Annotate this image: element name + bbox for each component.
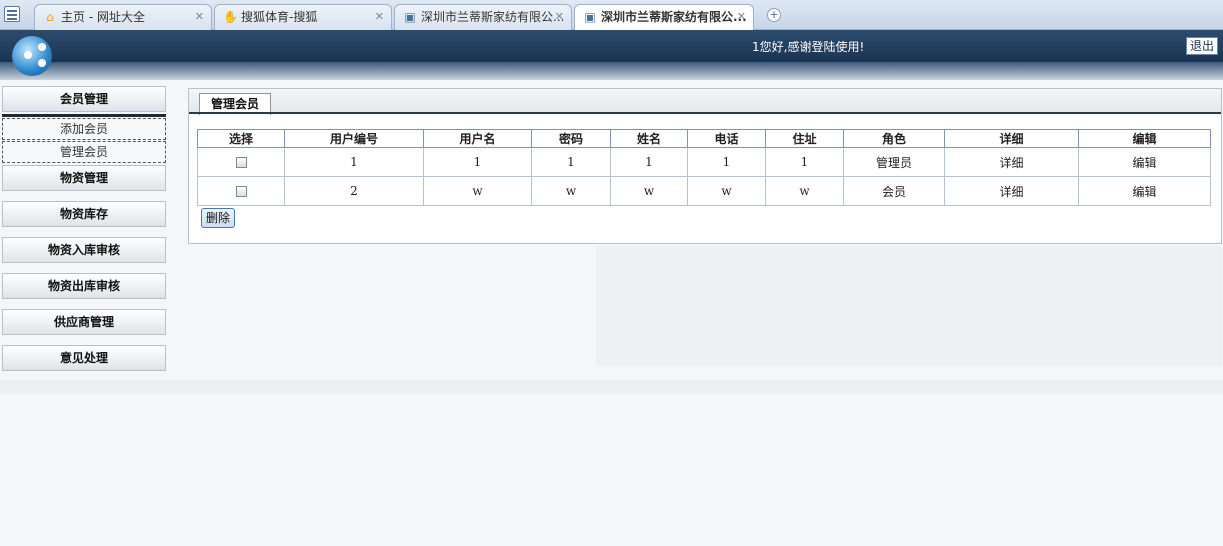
sidebar-item-outbound-review[interactable]: 物资出库审核 bbox=[2, 273, 166, 299]
cell-phone: 1 bbox=[687, 147, 766, 177]
column-header: 详细 bbox=[944, 129, 1079, 148]
tab-underline bbox=[189, 112, 1221, 114]
row-checkbox[interactable] bbox=[235, 157, 247, 168]
edit-link[interactable]: 编辑 bbox=[1078, 147, 1211, 177]
logout-button[interactable]: 退出 bbox=[1186, 37, 1218, 55]
browser-tab-title: 深圳市兰蒂斯家纺有限公... bbox=[421, 10, 565, 24]
sidebar-subitem-add-member[interactable]: 添加会员 bbox=[2, 118, 166, 140]
cell-address: w bbox=[765, 176, 844, 206]
detail-link[interactable]: 详细 bbox=[944, 147, 1079, 177]
members-table: 选择 用户编号 用户名 密码 姓名 电话 住址 角色 详细 编辑 1 1 1 1… bbox=[197, 129, 1211, 206]
browser-tab-title: 主页 - 网址大全 bbox=[61, 10, 145, 24]
app-header-gradient bbox=[0, 62, 1223, 80]
cell-user-id: 2 bbox=[284, 176, 424, 206]
row-select-cell bbox=[197, 147, 285, 177]
browser-tab-title: 搜狐体育-搜狐 bbox=[241, 10, 318, 24]
page-icon: ▣ bbox=[584, 10, 596, 24]
cell-role: 管理员 bbox=[843, 147, 945, 177]
column-header: 角色 bbox=[843, 129, 945, 148]
sidebar-item-member-management[interactable]: 会员管理 bbox=[2, 86, 166, 112]
column-header: 用户编号 bbox=[284, 129, 424, 148]
browser-tab-bar: ⌂ 主页 - 网址大全 ✕ ✋ 搜狐体育-搜狐 ✕ ▣ 深圳市兰蒂斯家纺有限公.… bbox=[0, 0, 1223, 31]
column-header: 住址 bbox=[765, 129, 844, 148]
page-icon: ▣ bbox=[404, 10, 416, 24]
cell-name: 1 bbox=[610, 147, 688, 177]
close-icon[interactable]: ✕ bbox=[555, 5, 564, 29]
edit-link[interactable]: 编辑 bbox=[1078, 176, 1211, 206]
sidebar-subitem-manage-members[interactable]: 管理会员 bbox=[2, 141, 166, 163]
browser-tab-page-2[interactable]: ▣ 深圳市兰蒂斯家纺有限公... ✕ bbox=[574, 4, 754, 31]
column-header: 用户名 bbox=[423, 129, 532, 148]
app-header bbox=[0, 30, 1223, 62]
close-icon[interactable]: ✕ bbox=[195, 5, 204, 29]
cell-username: w bbox=[423, 176, 532, 206]
column-header: 编辑 bbox=[1078, 129, 1211, 148]
browser-tab-page-1[interactable]: ▣ 深圳市兰蒂斯家纺有限公... ✕ bbox=[394, 4, 572, 30]
table-row: 1 1 1 1 1 1 管理员 详细 编辑 bbox=[197, 147, 1211, 177]
browser-menu-icon[interactable] bbox=[4, 6, 20, 22]
background-block bbox=[596, 246, 1222, 366]
main-panel: 管理会员 选择 用户编号 用户名 密码 姓名 电话 住址 角色 详细 编辑 1 … bbox=[188, 88, 1222, 244]
delete-button[interactable]: 删除 bbox=[201, 208, 235, 228]
sidebar-item-supplier-management[interactable]: 供应商管理 bbox=[2, 309, 166, 335]
cell-phone: w bbox=[687, 176, 766, 206]
cell-password: 1 bbox=[531, 147, 611, 177]
sohu-icon: ✋ bbox=[223, 10, 238, 24]
browser-tab-title: 深圳市兰蒂斯家纺有限公... bbox=[601, 10, 747, 24]
welcome-message: 1您好,感谢登陆使用! bbox=[752, 40, 865, 54]
background-band bbox=[0, 380, 1223, 394]
column-header: 姓名 bbox=[610, 129, 688, 148]
row-checkbox[interactable] bbox=[235, 186, 247, 197]
sidebar-item-inbound-review[interactable]: 物资入库审核 bbox=[2, 237, 166, 263]
cell-user-id: 1 bbox=[284, 147, 424, 177]
cell-username: 1 bbox=[423, 147, 532, 177]
main-tab-strip bbox=[189, 89, 1221, 113]
column-header: 电话 bbox=[687, 129, 766, 148]
sidebar-divider bbox=[2, 114, 166, 117]
home-icon: ⌂ bbox=[46, 10, 54, 24]
detail-link[interactable]: 详细 bbox=[944, 176, 1079, 206]
close-icon[interactable]: ✕ bbox=[375, 5, 384, 29]
row-select-cell bbox=[197, 176, 285, 206]
cell-role: 会员 bbox=[843, 176, 945, 206]
column-header: 密码 bbox=[531, 129, 611, 148]
sidebar-item-material-management[interactable]: 物资管理 bbox=[2, 165, 166, 191]
cell-password: w bbox=[531, 176, 611, 206]
cell-address: 1 bbox=[765, 147, 844, 177]
browser-tab-sohu[interactable]: ✋ 搜狐体育-搜狐 ✕ bbox=[214, 4, 392, 30]
new-tab-button[interactable]: + bbox=[767, 8, 781, 22]
sidebar-item-material-stock[interactable]: 物资库存 bbox=[2, 201, 166, 227]
table-header-row: 选择 用户编号 用户名 密码 姓名 电话 住址 角色 详细 编辑 bbox=[197, 129, 1211, 148]
column-header: 选择 bbox=[197, 129, 285, 148]
table-row: 2 w w w w w 会员 详细 编辑 bbox=[197, 176, 1211, 206]
close-icon[interactable]: ✕ bbox=[737, 5, 746, 29]
cell-name: w bbox=[610, 176, 688, 206]
logo-icon bbox=[12, 36, 52, 76]
sidebar-item-feedback[interactable]: 意见处理 bbox=[2, 345, 166, 371]
browser-tab-home[interactable]: ⌂ 主页 - 网址大全 ✕ bbox=[34, 4, 212, 30]
